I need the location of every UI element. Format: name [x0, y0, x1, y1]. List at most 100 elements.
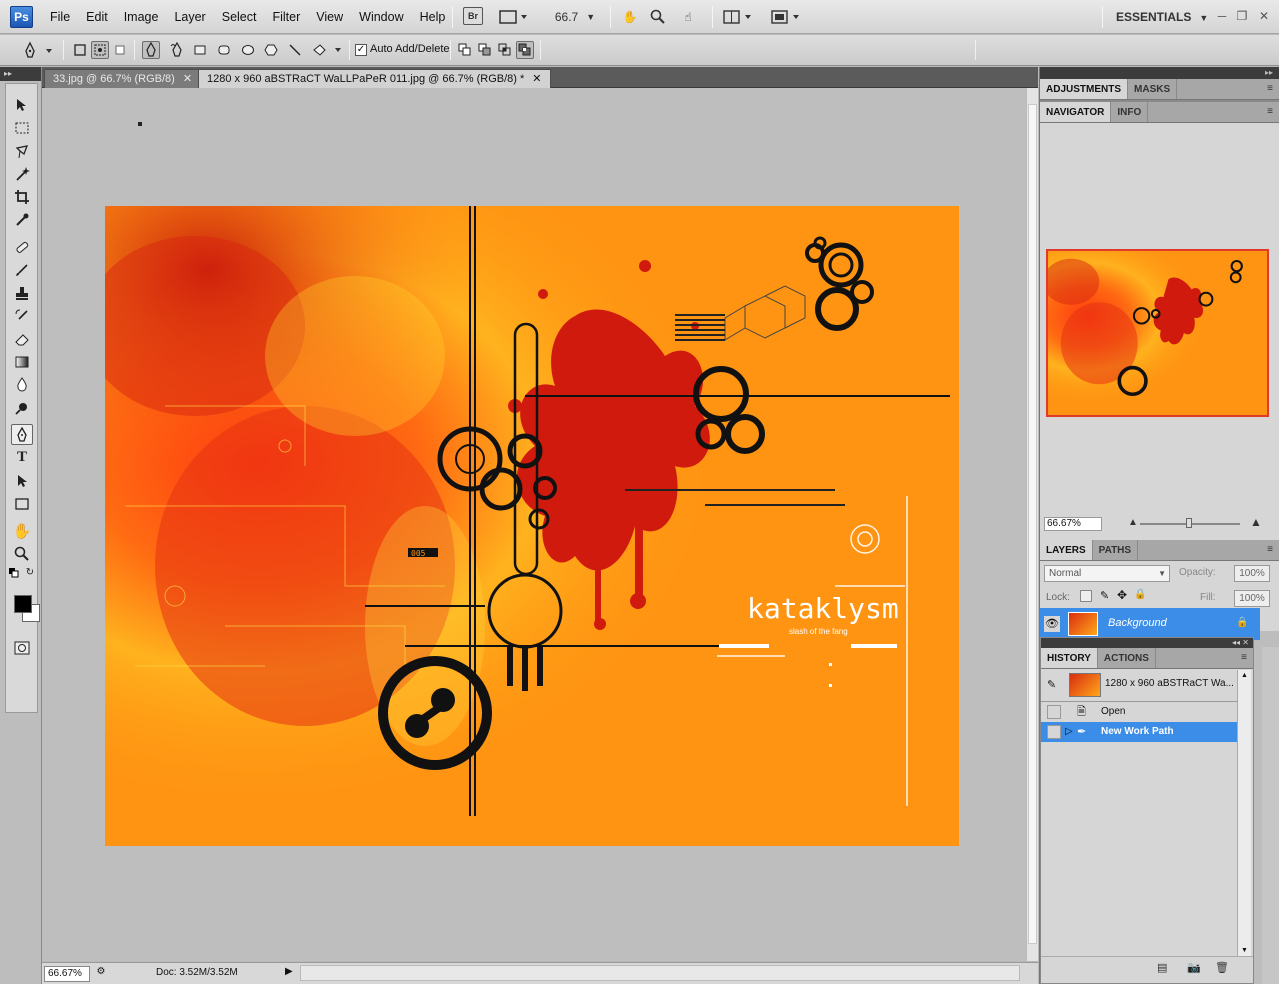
shape-layers-button[interactable] — [71, 41, 89, 59]
lock-all-button[interactable]: 🔒 — [1134, 589, 1146, 600]
opacity-field[interactable]: 100% — [1234, 565, 1270, 582]
zoom-in-icon[interactable]: ▲ — [1250, 515, 1262, 529]
tab-history[interactable]: HISTORY — [1041, 648, 1098, 668]
exclude-path-area-button[interactable] — [516, 41, 534, 59]
menu-help[interactable]: Help — [412, 0, 454, 34]
close-tab-icon[interactable]: ✕ — [183, 73, 192, 85]
lock-transparent-button[interactable] — [1080, 590, 1092, 602]
hand-tool-button[interactable]: ✋ — [620, 7, 640, 27]
auto-add-delete-checkbox[interactable]: ✓ — [355, 44, 367, 56]
canvas-vertical-scrollbar[interactable] — [1026, 88, 1038, 961]
new-snapshot-icon[interactable]: 📷 — [1187, 961, 1201, 974]
arrange-documents-button[interactable] — [722, 7, 756, 27]
canvas-horizontal-scrollbar[interactable] — [300, 965, 1020, 981]
paths-mode-button[interactable] — [91, 41, 109, 59]
magic-wand-tool[interactable] — [11, 163, 33, 184]
quick-mask-button[interactable] — [11, 637, 33, 658]
scroll-down-icon[interactable]: ▼ — [1241, 947, 1248, 954]
lasso-tool[interactable] — [11, 140, 33, 161]
clone-stamp-tool[interactable] — [11, 282, 33, 303]
zoom-level-select[interactable]: 66.7 ▼ — [552, 7, 598, 27]
tab-abstract-wallpaper[interactable]: 1280 x 960 aBSTRaCT WaLLPaPeR 011.jpg @ … — [198, 69, 551, 88]
eyedropper-tool[interactable] — [11, 209, 33, 230]
tab-actions[interactable]: ACTIONS — [1098, 648, 1156, 668]
history-source-box[interactable] — [1047, 725, 1061, 739]
gradient-tool[interactable] — [11, 351, 33, 372]
default-colors-button[interactable] — [8, 567, 20, 579]
zoom-tool-button[interactable] — [648, 7, 668, 27]
menu-select[interactable]: Select — [214, 0, 265, 34]
rounded-rectangle-option[interactable] — [215, 41, 233, 59]
scroll-up-icon[interactable]: ▲ — [1241, 672, 1248, 679]
restore-button[interactable]: ❐ — [1234, 8, 1250, 24]
move-tool[interactable] — [11, 94, 33, 115]
photoshop-logo[interactable]: Ps — [10, 6, 33, 28]
dodge-tool[interactable] — [11, 397, 33, 418]
extras-menu-button[interactable] — [498, 7, 530, 27]
subtract-path-area-button[interactable] — [476, 41, 494, 59]
menu-window[interactable]: Window — [351, 0, 411, 34]
delete-icon[interactable]: 🗑 — [1215, 961, 1229, 974]
shape-tool[interactable] — [11, 493, 33, 514]
blur-tool[interactable] — [11, 374, 33, 395]
canvas-area[interactable]: kataklysm slash of the fang 005 — [42, 88, 1026, 961]
ellipse-option[interactable] — [239, 41, 257, 59]
tab-navigator[interactable]: NAVIGATOR — [1040, 102, 1112, 122]
tab-33-jpg[interactable]: 33.jpg @ 66.7% (RGB/8) ✕ — [44, 69, 202, 88]
tab-paths[interactable]: PATHS — [1093, 540, 1139, 560]
healing-brush-tool[interactable] — [11, 236, 33, 257]
swap-colors-button[interactable]: ↻ — [24, 566, 36, 578]
panel-menu-icon[interactable]: ≡ — [1267, 83, 1273, 94]
navigator-zoom-slider-knob[interactable] — [1186, 518, 1192, 528]
path-anchor-point[interactable] — [138, 122, 142, 126]
menu-file[interactable]: File — [42, 0, 78, 34]
navigator-zoom-field[interactable]: 66.67% — [1044, 517, 1102, 531]
document-canvas[interactable]: kataklysm slash of the fang 005 — [105, 206, 959, 846]
rectangle-option[interactable] — [191, 41, 209, 59]
add-to-path-area-button[interactable] — [456, 41, 474, 59]
tool-preset-picker[interactable] — [20, 41, 54, 59]
menu-image[interactable]: Image — [116, 0, 167, 34]
tab-layers[interactable]: LAYERS — [1040, 540, 1093, 560]
tools-panel-header[interactable]: ▸▸ — [0, 67, 41, 81]
pen-tool[interactable] — [11, 424, 33, 445]
rotate-view-button[interactable]: ☝ — [677, 7, 699, 27]
dock-header[interactable]: ▸▸ — [1040, 67, 1279, 79]
hand-tool[interactable]: ✋ — [11, 520, 33, 541]
history-item-new-work-path[interactable]: ▷ ✒ New Work Path — [1041, 722, 1237, 742]
menu-filter[interactable]: Filter — [264, 0, 308, 34]
history-item-open[interactable]: 🗎 Open — [1041, 702, 1237, 722]
brush-tool[interactable] — [11, 259, 33, 280]
fill-pixels-button[interactable] — [111, 41, 129, 59]
marquee-tool[interactable] — [11, 117, 33, 138]
line-option[interactable] — [286, 41, 304, 59]
blend-mode-select[interactable]: Normal ▼ — [1044, 565, 1170, 582]
history-brush-tool[interactable] — [11, 305, 33, 326]
tab-adjustments[interactable]: ADJUSTMENTS — [1040, 79, 1129, 99]
status-zoom-field[interactable]: 66.67% — [44, 966, 90, 982]
navigator-preview[interactable] — [1046, 249, 1269, 417]
crop-tool[interactable] — [11, 186, 33, 207]
layer-visibility-toggle[interactable]: 👁 — [1044, 616, 1060, 632]
menu-edit[interactable]: Edit — [78, 0, 116, 34]
close-tab-icon[interactable]: ✕ — [532, 73, 541, 85]
type-tool[interactable]: T — [11, 447, 33, 468]
minimize-button[interactable]: ─ — [1214, 8, 1230, 24]
history-snapshot[interactable]: ✎ 1280 x 960 aBSTRaCT Wa... — [1041, 670, 1237, 700]
status-info-button[interactable]: ⚙ — [94, 966, 108, 980]
path-selection-tool[interactable] — [11, 470, 33, 491]
scrollbar-thumb[interactable] — [1028, 104, 1037, 944]
fill-field[interactable]: 100% — [1234, 590, 1270, 607]
new-document-from-state-icon[interactable]: ▤ — [1157, 961, 1167, 974]
panel-menu-icon[interactable]: ≡ — [1241, 652, 1247, 663]
bridge-button[interactable]: Br — [463, 7, 483, 25]
workspace-switcher[interactable]: ESSENTIALS ▼ — [1116, 0, 1208, 35]
close-window-button[interactable]: ✕ — [1256, 8, 1272, 24]
panel-menu-icon[interactable]: ≡ — [1267, 106, 1273, 117]
lock-image-button[interactable]: ✎ — [1100, 589, 1109, 602]
tab-info[interactable]: INFO — [1111, 102, 1149, 122]
zoom-out-icon[interactable]: ▲ — [1128, 517, 1138, 528]
tab-masks[interactable]: MASKS — [1128, 79, 1178, 99]
status-menu-button[interactable]: ▶ — [285, 966, 297, 980]
polygon-option[interactable] — [262, 41, 280, 59]
